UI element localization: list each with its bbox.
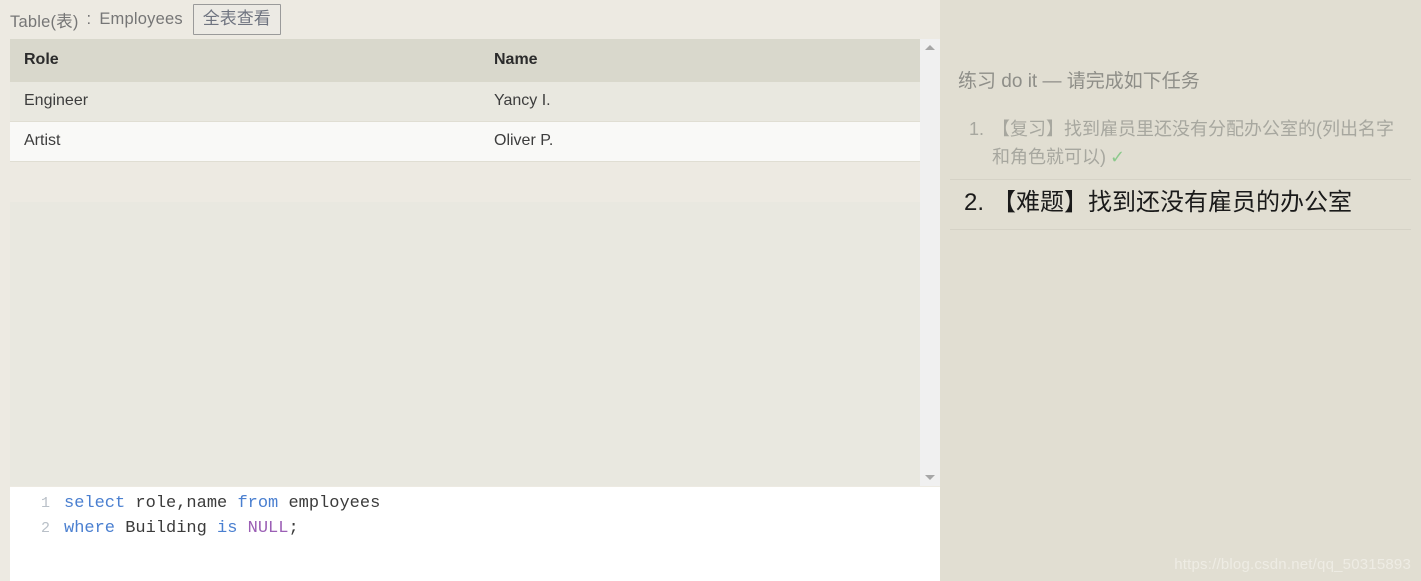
column-header-role[interactable]: Role xyxy=(10,39,494,82)
table-empty-filler xyxy=(10,202,920,486)
sql-identifier: employees xyxy=(278,494,381,513)
sql-identifier xyxy=(237,519,247,538)
code-text[interactable]: select role,name from employees xyxy=(64,494,380,513)
table-type-label: Table(表) xyxy=(10,12,79,31)
sql-keyword: select xyxy=(64,494,126,513)
sql-identifier: Building xyxy=(115,519,218,538)
triangle-down-icon xyxy=(925,475,935,480)
scroll-down-arrow-button[interactable] xyxy=(920,469,940,486)
table-vertical-scrollbar[interactable] xyxy=(920,39,940,486)
table-panel: Role Name Engineer Yancy I. Artist Oliver P… xyxy=(10,39,940,486)
sql-keyword: from xyxy=(237,494,279,513)
view-all-table-button[interactable]: 全表查看 xyxy=(192,3,281,36)
exercise-task-list: 1. 【复习】找到雇员里还没有分配办公室的(列出名字和角色就可以) ✓ 2. 【难题】找… xyxy=(950,110,1411,230)
table-row[interactable]: Engineer Yancy I. xyxy=(10,82,920,122)
cell-name: Yancy I. xyxy=(494,82,920,122)
task-number: 1. xyxy=(968,119,984,139)
line-number: 2 xyxy=(40,520,50,537)
task-text: 【难题】找到还没有雇员的办公室 xyxy=(992,189,1352,216)
cell-role: Engineer xyxy=(10,82,494,122)
sql-practice-app: Table(表) : Employees 全表查看 Role Name Engi… xyxy=(0,0,940,581)
sql-keyword: where xyxy=(64,519,116,538)
code-line[interactable]: 2 where Building is NULL; xyxy=(10,519,940,544)
cell-name: Oliver P. xyxy=(494,121,920,162)
triangle-up-icon xyxy=(925,45,935,50)
code-text[interactable]: where Building is NULL; xyxy=(64,519,299,538)
exercise-panel-title: 练习 do it — 请完成如下任务 xyxy=(958,71,1200,92)
scroll-up-arrow-button[interactable] xyxy=(920,39,940,56)
sql-identifier: ; xyxy=(288,519,299,538)
line-number: 1 xyxy=(40,495,50,512)
sql-identifier: role,name xyxy=(125,494,238,513)
watermark-text: https://blog.csdn.net/qq_50315893 xyxy=(1174,556,1411,573)
task-number: 2. xyxy=(963,189,984,216)
exercise-panel: 练习 do it — 请完成如下任务 1. 【复习】找到雇员里还没有分配办公室的(… xyxy=(940,0,1421,581)
table-colon: : xyxy=(86,10,92,28)
column-header-name[interactable]: Name xyxy=(494,39,920,82)
results-table-head: Role Name xyxy=(10,39,920,82)
code-line[interactable]: 1 select role,name from employees xyxy=(10,494,940,519)
list-item[interactable]: 1. 【复习】找到雇员里还没有分配办公室的(列出名字和角色就可以) ✓ xyxy=(950,110,1411,180)
sql-null-literal: NULL xyxy=(247,519,289,538)
results-table: Role Name Engineer Yancy I. Artist Oliver P… xyxy=(10,39,920,162)
task-text: 【复习】找到雇员里还没有分配办公室的(列出名字和角色就可以) ✓ xyxy=(992,119,1394,167)
table-scroll-area: Role Name Engineer Yancy I. Artist Oliver P… xyxy=(10,39,920,486)
sql-code-lines[interactable]: 1 select role,name from employees 2 where B… xyxy=(10,487,940,544)
table-header-row: Role Name xyxy=(10,39,920,82)
table-row[interactable]: Artist Oliver P. xyxy=(10,121,920,162)
sql-keyword: is xyxy=(217,519,238,538)
table-name-label: Employees xyxy=(99,10,183,28)
cell-role: Artist xyxy=(10,121,494,162)
check-icon: ✓ xyxy=(1110,147,1126,167)
list-item[interactable]: 2. 【难题】找到还没有雇员的办公室 xyxy=(950,180,1411,230)
sql-code-editor[interactable]: 1 select role,name from employees 2 where B… xyxy=(10,487,940,581)
table-toolbar: Table(表) : Employees 全表查看 xyxy=(10,0,940,39)
results-table-body: Engineer Yancy I. Artist Oliver P. xyxy=(10,82,920,162)
